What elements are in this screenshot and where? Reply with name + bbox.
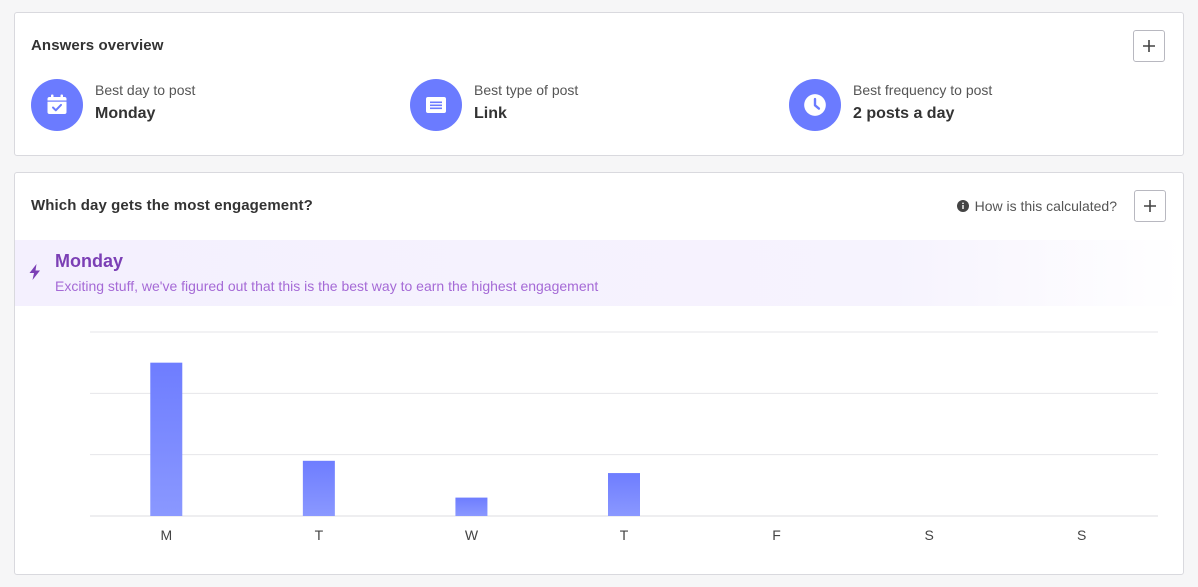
insight-banner-subtitle: Exciting stuff, we've figured out that t… xyxy=(55,278,599,294)
chart-x-tick-label: S xyxy=(924,527,933,543)
insight-banner-title: Monday xyxy=(55,251,124,271)
chart-bar[interactable] xyxy=(302,460,335,516)
plus-icon xyxy=(1144,200,1156,212)
stat-best-frequency: Best frequency to post 2 posts a day xyxy=(789,79,1089,133)
stat-best-frequency-value: 2 posts a day xyxy=(853,105,955,122)
post-list-icon xyxy=(410,79,462,131)
info-icon xyxy=(956,200,969,212)
chart-x-tick-label: T xyxy=(315,527,324,543)
chart-bar[interactable] xyxy=(150,362,183,516)
insight-banner: Monday Exciting stuff, we've figured out… xyxy=(15,240,1183,306)
answers-overview-title: Answers overview xyxy=(31,37,164,54)
stat-best-type-value: Link xyxy=(474,105,507,122)
engagement-bar-chart: MTWTFSS xyxy=(90,331,1158,543)
how-calculated-link[interactable]: How is this calculated? xyxy=(956,198,1117,214)
chart-x-tick-label: T xyxy=(620,527,629,543)
chart-x-tick-label: W xyxy=(465,527,479,543)
stat-best-type: Best type of post Link xyxy=(410,79,710,133)
chart-bar[interactable] xyxy=(608,473,640,516)
clock-icon xyxy=(789,79,841,131)
how-calculated-label: How is this calculated? xyxy=(974,198,1117,214)
chart-x-tick-label: F xyxy=(772,527,781,543)
plus-icon xyxy=(1143,40,1155,52)
stat-best-frequency-label: Best frequency to post xyxy=(853,82,993,98)
stat-best-day-label: Best day to post xyxy=(95,82,196,98)
stat-best-type-label: Best type of post xyxy=(474,82,579,98)
engagement-card: Which day gets the most engagement? How … xyxy=(14,172,1184,575)
stat-best-day-value: Monday xyxy=(95,105,156,122)
calendar-check-icon xyxy=(31,79,83,131)
chart-x-tick-label: M xyxy=(160,527,172,543)
stat-best-day: Best day to post Monday xyxy=(31,79,331,133)
engagement-title: Which day gets the most engagement? xyxy=(31,197,313,214)
answers-overview-card: Answers overview Best day to post Monday xyxy=(14,12,1184,156)
engagement-add-button[interactable] xyxy=(1134,190,1166,222)
lightning-icon xyxy=(29,264,40,280)
chart-bar[interactable] xyxy=(455,497,488,516)
chart-x-tick-label: S xyxy=(1077,527,1086,543)
overview-add-button[interactable] xyxy=(1133,30,1165,62)
